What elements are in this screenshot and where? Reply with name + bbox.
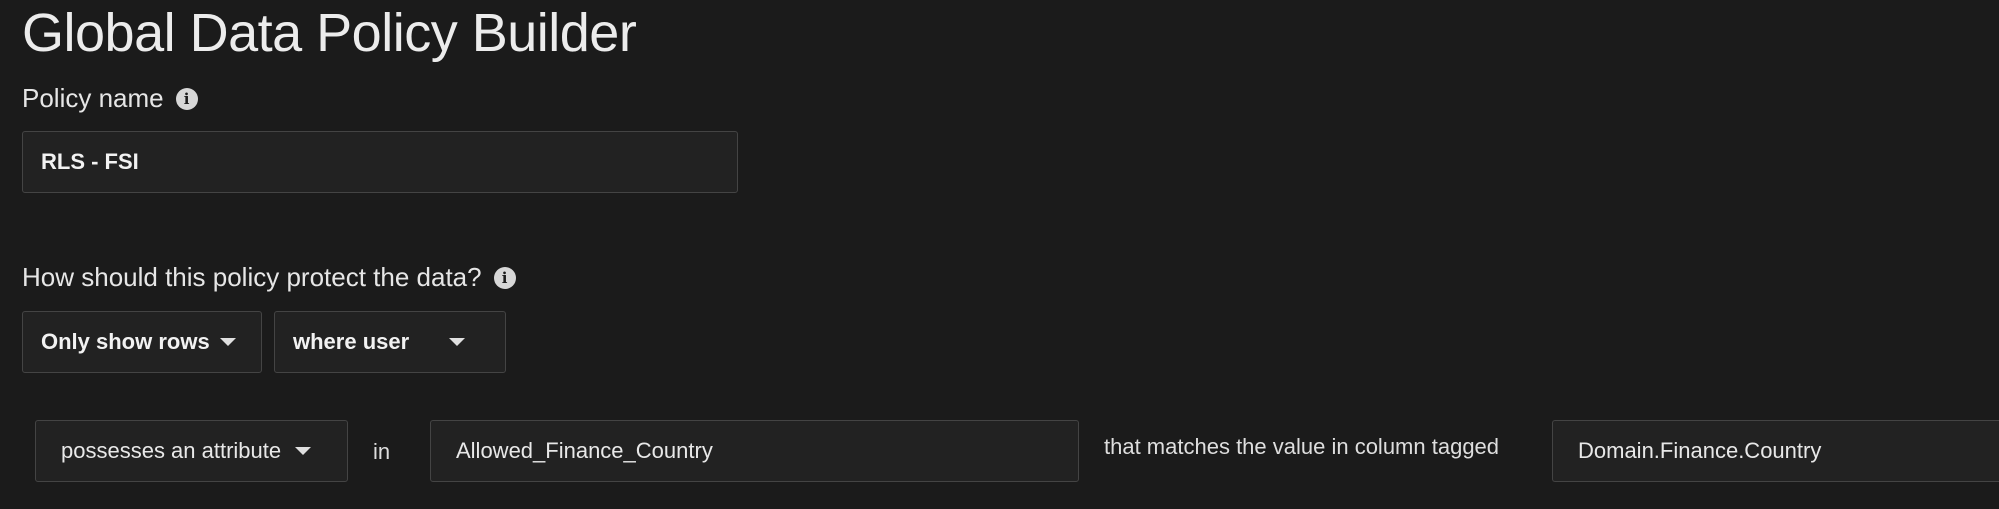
page-title: Global Data Policy Builder — [22, 3, 637, 63]
policy-builder-page: Global Data Policy Builder Policy name i… — [0, 0, 1999, 509]
attribute-value-input[interactable]: Allowed_Finance_Country — [430, 420, 1079, 482]
action-select-value: Only show rows — [41, 329, 210, 354]
condition-select-value: where user — [293, 329, 410, 354]
info-icon[interactable]: i — [175, 87, 198, 110]
caret-down-icon — [219, 338, 236, 346]
info-icon[interactable]: i — [493, 266, 516, 289]
policy-name-value: RLS - FSI — [41, 149, 139, 174]
column-tag-value: Domain.Finance.Country — [1578, 438, 1822, 463]
caret-down-icon — [449, 338, 466, 346]
protection-question-label: How should this policy protect the data? — [22, 262, 482, 292]
policy-name-label-row: Policy name i — [22, 83, 198, 114]
column-tag-input[interactable]: Domain.Finance.Country — [1552, 420, 1999, 482]
action-select[interactable]: Only show rows — [22, 311, 262, 373]
protection-question-row: How should this policy protect the data?… — [22, 262, 516, 293]
caret-down-icon — [295, 447, 312, 455]
in-text: in — [373, 439, 391, 464]
attribute-condition-value: possesses an attribute — [61, 438, 282, 463]
condition-select[interactable]: where user — [274, 311, 506, 373]
attribute-value: Allowed_Finance_Country — [456, 438, 713, 463]
attribute-condition-select[interactable]: possesses an attribute — [35, 420, 348, 482]
policy-name-input[interactable]: RLS - FSI — [22, 131, 738, 193]
policy-name-label: Policy name — [22, 83, 164, 113]
match-text: that matches the value in column tagged — [1104, 434, 1500, 459]
